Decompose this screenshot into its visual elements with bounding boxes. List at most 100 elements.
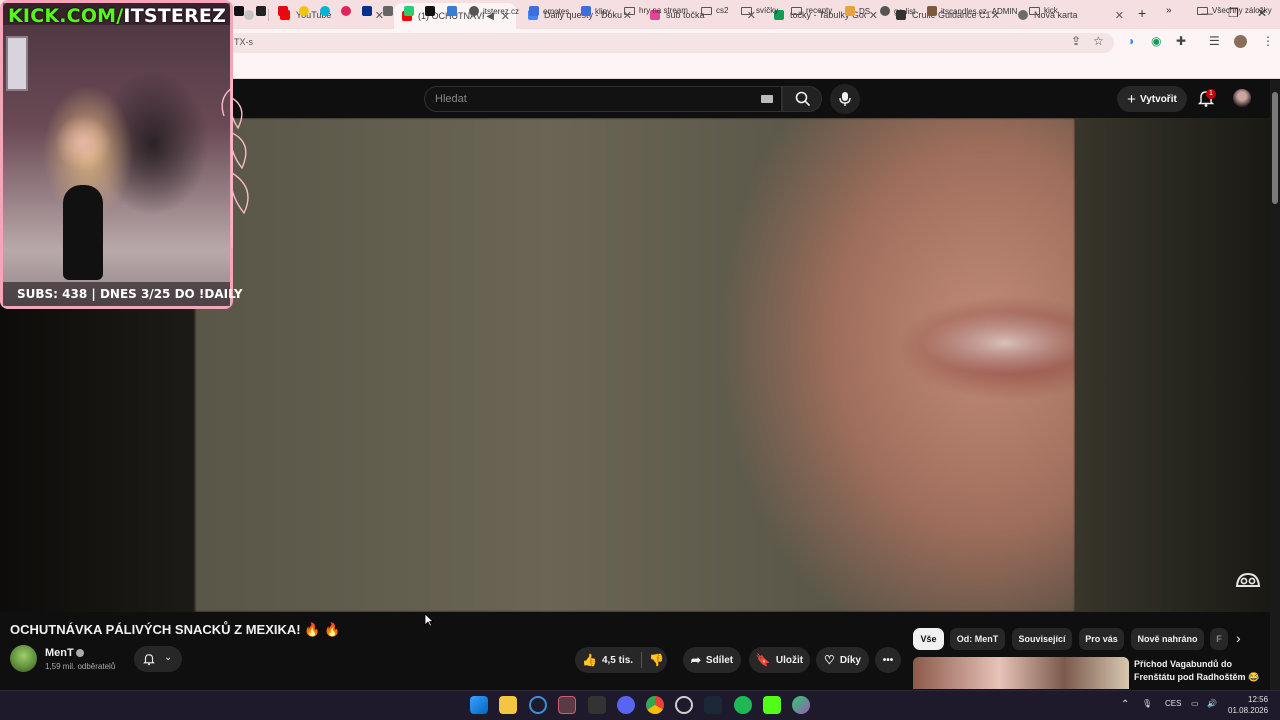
address-text: TX-s bbox=[234, 37, 253, 47]
chip-more[interactable]: F bbox=[1210, 628, 1228, 650]
download-icon bbox=[425, 6, 435, 16]
bookmark-label: hry na stream bbox=[639, 6, 688, 15]
volume-icon[interactable]: 🔊 bbox=[1207, 699, 1217, 708]
more-bookmarks-button[interactable]: » bbox=[1166, 5, 1172, 16]
file-explorer-icon[interactable] bbox=[499, 696, 517, 714]
chip-for-you[interactable]: Pro vás bbox=[1079, 628, 1124, 650]
user-avatar[interactable] bbox=[1233, 89, 1251, 107]
recommendation-thumbnail[interactable] bbox=[913, 657, 1129, 689]
folder-icon bbox=[1197, 6, 1208, 15]
app-icon[interactable] bbox=[675, 696, 693, 714]
bookmark-svicky[interactable]: svíčky bbox=[741, 6, 778, 15]
discord-icon[interactable] bbox=[617, 696, 635, 714]
spotify-icon[interactable] bbox=[734, 696, 752, 714]
x-icon bbox=[234, 6, 244, 16]
bookmark-hry-na-stream[interactable]: hry na stream bbox=[624, 6, 688, 15]
bookmark-app[interactable] bbox=[256, 6, 270, 16]
thanks-button[interactable]: ♡ Díky bbox=[816, 647, 869, 673]
channel-name[interactable]: MenT bbox=[45, 647, 74, 659]
puzzle-icon[interactable]: ✚ bbox=[1176, 34, 1186, 48]
bookmark-ds[interactable]: DS bbox=[845, 6, 870, 16]
bookmark-klipy[interactable]: klipy bbox=[581, 6, 611, 16]
recommendation-title[interactable]: Příchod Vagabundů do Frenštátu pod Radho… bbox=[1134, 658, 1262, 684]
scrollbar-thumb[interactable] bbox=[1272, 92, 1278, 204]
address-bar[interactable]: TX-s bbox=[226, 33, 1114, 53]
bookmark-label: itsterez.cz bbox=[483, 6, 520, 16]
bookmark-netflix[interactable] bbox=[278, 6, 292, 16]
bookmark-app[interactable] bbox=[447, 6, 461, 16]
bookmark-itsterez[interactable]: itsterez.cz bbox=[469, 6, 519, 16]
channel-avatar[interactable] bbox=[10, 645, 37, 672]
extension-icon[interactable]: ◉ bbox=[1151, 34, 1161, 48]
app-icon[interactable] bbox=[558, 696, 576, 714]
new-tab-button[interactable]: + bbox=[1138, 5, 1146, 21]
bookmark-app[interactable] bbox=[383, 6, 397, 16]
bookmark-label: cs2 bbox=[716, 6, 729, 15]
bookmark-emotes[interactable]: emotes bbox=[529, 6, 569, 16]
chevron-up-icon[interactable]: ⌃ bbox=[1121, 699, 1129, 710]
reading-list-icon[interactable]: ☰ bbox=[1209, 34, 1220, 48]
bookmark-recepty[interactable]: recepty bbox=[791, 6, 832, 15]
chip-recently-uploaded[interactable]: Nově nahráno bbox=[1131, 628, 1204, 650]
more-actions-button[interactable]: ••• bbox=[875, 647, 901, 673]
voice-search-button[interactable] bbox=[830, 84, 860, 114]
search-button[interactable] bbox=[782, 86, 822, 112]
bookmark-itscandles[interactable]: itscandles.cz -ADMIN bbox=[927, 6, 1017, 16]
create-button[interactable]: + Vytvořit bbox=[1117, 86, 1187, 112]
chrome-icon[interactable] bbox=[646, 696, 664, 714]
bookmark-app[interactable] bbox=[320, 6, 334, 16]
mic-icon[interactable]: 🎙 bbox=[1142, 699, 1152, 708]
profile-icon[interactable] bbox=[1234, 35, 1247, 48]
menu-icon[interactable]: ⋮ bbox=[1262, 34, 1274, 48]
star-icon[interactable]: ☆ bbox=[1093, 34, 1104, 48]
bookmark-cs2[interactable]: cs2 bbox=[701, 6, 728, 15]
close-icon[interactable]: ✕ bbox=[1115, 9, 1124, 22]
all-bookmarks-button[interactable]: Všechny záložky bbox=[1197, 6, 1272, 15]
bookmark-app[interactable] bbox=[341, 6, 355, 16]
bookmark-label: itscandles.cz -ADMIN bbox=[941, 6, 1018, 16]
thanks-label: Díky bbox=[839, 654, 861, 666]
bookmark-download[interactable] bbox=[425, 6, 439, 16]
kick-url-label: KICK.COM/ITSTEREZ bbox=[8, 5, 226, 27]
chrome-icon bbox=[1018, 10, 1028, 20]
install-icon[interactable]: ⇪ bbox=[1071, 34, 1081, 48]
channel-watermark-icon[interactable] bbox=[1234, 571, 1262, 589]
chip-all[interactable]: Vše bbox=[913, 628, 944, 650]
language-indicator[interactable]: CES bbox=[1165, 699, 1181, 708]
bookmark-x[interactable] bbox=[234, 6, 248, 16]
like-button[interactable]: 👍 4,5 tis. 👎 bbox=[575, 647, 667, 673]
verified-icon bbox=[76, 649, 84, 657]
system-clock[interactable]: 12:56 01.08.2026 bbox=[1228, 694, 1268, 716]
thumbs-up-icon: 👍 bbox=[582, 653, 597, 667]
bookmark-kick[interactable]: kick bbox=[1029, 6, 1058, 15]
bookmark-ga-list[interactable]: ga-list bbox=[880, 6, 915, 16]
clock-date: 01.08.2026 bbox=[1228, 706, 1269, 715]
app-icon[interactable] bbox=[792, 696, 810, 714]
keyboard-icon[interactable] bbox=[761, 95, 773, 103]
chip-from-channel[interactable]: Od: MenT bbox=[950, 628, 1005, 650]
mic-icon bbox=[839, 92, 851, 106]
network-icon[interactable]: ▭ bbox=[1191, 699, 1199, 708]
close-icon[interactable]: ✕ bbox=[869, 9, 878, 22]
app-icon[interactable] bbox=[529, 696, 547, 714]
capcut-icon[interactable] bbox=[588, 696, 606, 714]
bookmark-app[interactable] bbox=[299, 6, 313, 16]
thumbs-down-icon[interactable]: 👎 bbox=[649, 653, 664, 667]
save-button[interactable]: 🔖 Uložit bbox=[749, 647, 810, 673]
kick-icon[interactable] bbox=[763, 696, 781, 714]
steam-icon[interactable] bbox=[704, 696, 722, 714]
search-input[interactable]: Hledat bbox=[424, 86, 782, 112]
chip-related[interactable]: Související bbox=[1012, 628, 1072, 650]
webcam-overlay bbox=[0, 0, 233, 309]
bookmark-label: ga-list bbox=[894, 6, 916, 16]
share-button[interactable]: ➦ Sdílet bbox=[683, 647, 741, 673]
start-icon[interactable] bbox=[470, 696, 488, 714]
tab-new-tab[interactable]: Nová karta ✕ bbox=[1010, 4, 1130, 26]
like-count: 4,5 tis. bbox=[601, 654, 634, 666]
chevron-right-icon[interactable]: › bbox=[1236, 630, 1241, 646]
subs-counter-label: SUBS: 438 | DNES 3/25 DO !DAILY bbox=[17, 287, 243, 301]
extension-icon[interactable]: ◑ bbox=[1127, 34, 1134, 48]
bookmark-app[interactable] bbox=[404, 6, 418, 16]
subscription-bell-button[interactable]: ⌄ bbox=[134, 646, 182, 672]
bookmark-paypal[interactable] bbox=[362, 6, 376, 16]
